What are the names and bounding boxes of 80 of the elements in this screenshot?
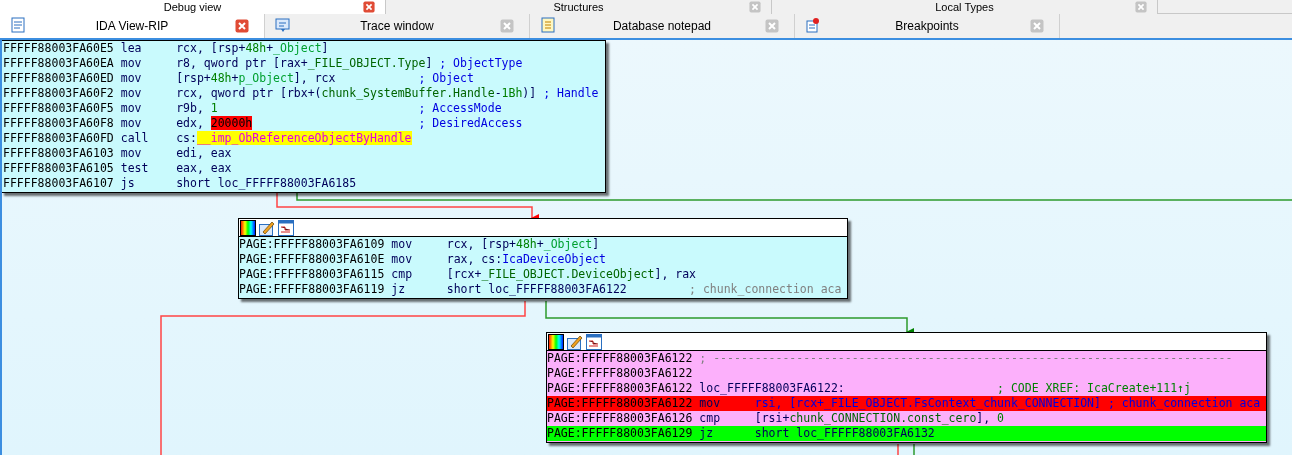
color-palette-icon[interactable] <box>548 333 564 350</box>
mnemonic: cmp <box>699 411 721 425</box>
mnemonic: mov <box>120 86 142 100</box>
color-palette-icon[interactable] <box>240 219 256 236</box>
operand: cs:__imp_ObReferenceObjectByHandle <box>176 131 412 145</box>
tab-icon <box>805 17 821 33</box>
mnemonic: test <box>120 161 149 175</box>
tab-icon <box>275 17 291 33</box>
address: PAGE:FFFFF88003FA6126 <box>547 411 693 425</box>
address: FFFFF88003FA6107 <box>3 176 114 190</box>
mnemonic: mov <box>120 56 142 70</box>
operand: eax, eax <box>176 161 232 175</box>
close-icon[interactable] <box>363 1 375 13</box>
operand: rcx, qword ptr [rbx+(chunk_SystemBuffer.Handle-1Bh)] <box>176 86 537 100</box>
operand: [rsi+chunk_CONNECTION.const_cero], 0 <box>754 411 1005 425</box>
comment: ; Object <box>418 71 474 85</box>
mnemonic: mov <box>391 237 413 251</box>
graph-icon[interactable] <box>586 333 602 350</box>
address: PAGE:FFFFF88003FA6129 <box>547 426 693 440</box>
operand: edi, eax <box>176 146 232 160</box>
address: FFFFF88003FA60F5 <box>3 101 114 115</box>
address: FFFFF88003FA6103 <box>3 146 114 160</box>
tab-icon <box>10 17 26 33</box>
comment: ; chunk_connection aca <box>689 282 842 296</box>
address: PAGE:FFFFF88003FA6122 <box>547 366 693 380</box>
comment: ; AccessMode <box>418 101 502 115</box>
mnemonic: mov <box>120 116 142 130</box>
mnemonic: cmp <box>391 267 413 281</box>
operand: edx, 20000h <box>176 116 253 130</box>
pencil-icon[interactable] <box>567 333 583 350</box>
mnemonic: mov <box>120 146 142 160</box>
comment: ; CODE XREF: IcaCreate+111↑j <box>997 381 1191 395</box>
operand: short loc_FFFFF88003FA6122 <box>446 282 627 296</box>
tab-icon <box>540 17 556 33</box>
tab[interactable]: Structures <box>386 0 772 14</box>
operand: r8, qword ptr [rax+_FILE_OBJECT.Type] <box>176 56 433 70</box>
code-label: loc_FFFFF88003FA6122: <box>699 381 845 395</box>
address: FFFFF88003FA60FD <box>3 131 114 145</box>
pencil-icon[interactable] <box>259 219 275 236</box>
address: FFFFF88003FA6105 <box>3 161 114 175</box>
mnemonic: call <box>120 131 149 145</box>
address: FFFFF88003FA60E5 <box>3 41 114 55</box>
comment: ; Handle <box>543 86 599 100</box>
address: PAGE:FFFFF88003FA6115 <box>239 267 385 281</box>
operand: [rcx+_FILE_OBJECT.DeviceObject], rax <box>446 267 696 281</box>
operand: short loc_FFFFF88003FA6132 <box>754 426 935 440</box>
address: PAGE:FFFFF88003FA610E <box>239 252 385 266</box>
tab[interactable]: Debug view <box>0 0 386 14</box>
comment: ; chunk_connection aca <box>1107 396 1261 410</box>
operand: rsi, [rcx+_FILE_OBJECT.FsContext_chunk_CONNECTION] <box>754 396 1101 410</box>
mnemonic: mov <box>699 396 721 410</box>
mnemonic: mov <box>391 252 413 266</box>
comment: ; ObjectType <box>439 56 523 70</box>
address: PAGE:FFFFF88003FA6122 <box>547 381 693 395</box>
mnemonic: jz <box>391 282 406 296</box>
address: FFFFF88003FA60EA <box>3 56 114 70</box>
address: FFFFF88003FA60ED <box>3 71 114 85</box>
comment: ; DesiredAccess <box>418 116 523 130</box>
mnemonic: lea <box>120 41 142 55</box>
mnemonic: mov <box>120 71 142 85</box>
address: PAGE:FFFFF88003FA6122 <box>547 351 693 365</box>
operand: rax, cs:IcaDeviceObject <box>446 252 606 266</box>
close-icon[interactable] <box>235 19 249 33</box>
operand: short loc_FFFFF88003FA6185 <box>176 176 357 190</box>
mnemonic: js <box>120 176 135 190</box>
operand: [rsp+48h+p_Object], rcx <box>176 71 336 85</box>
graph-icon[interactable] <box>278 219 294 236</box>
comment: ; --------------------------------------------------------------------------- <box>699 351 1233 365</box>
operand: rcx, [rsp+48h+_Object] <box>176 41 329 55</box>
operand: rcx, [rsp+48h+_Object] <box>446 237 600 251</box>
address: FFFFF88003FA60F8 <box>3 116 114 130</box>
tab[interactable]: IDA View-RIP <box>0 14 265 38</box>
address: FFFFF88003FA60F2 <box>3 86 114 100</box>
tab[interactable]: Local Types <box>772 0 1158 14</box>
operand: r9b, 1 <box>176 101 218 115</box>
address: PAGE:FFFFF88003FA6109 <box>239 237 385 251</box>
address: PAGE:FFFFF88003FA6122 <box>547 396 693 410</box>
address: PAGE:FFFFF88003FA6119 <box>239 282 385 296</box>
mnemonic: jz <box>699 426 714 440</box>
mnemonic: mov <box>120 101 142 115</box>
